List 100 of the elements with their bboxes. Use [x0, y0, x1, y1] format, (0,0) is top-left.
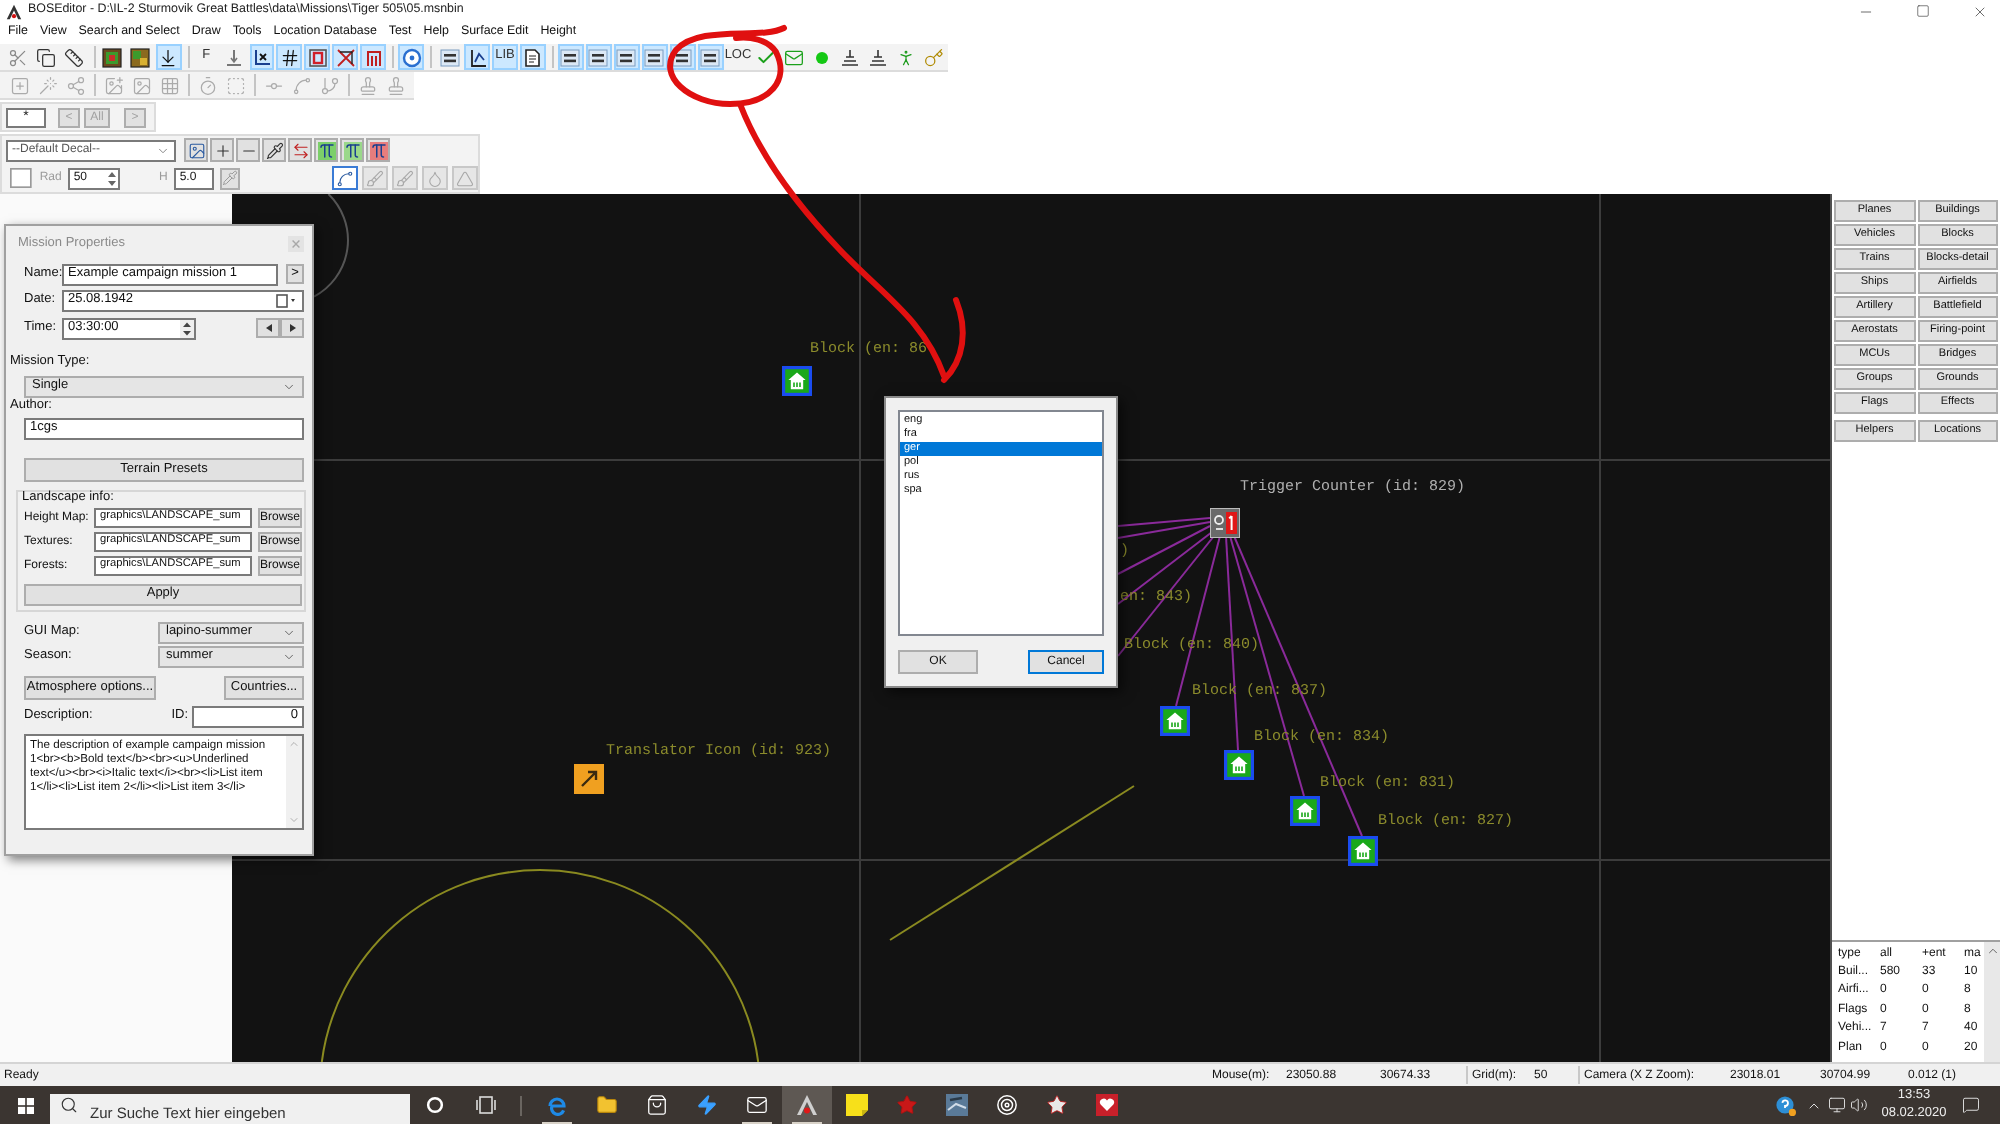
person-icon [895, 47, 916, 67]
close-icon [1972, 3, 1988, 19]
scroll-down-icon [288, 814, 300, 826]
mail-icon [783, 47, 804, 67]
app-logo-icon [6, 3, 22, 19]
brush-icon [366, 169, 384, 188]
toolbar-button[interactable] [262, 138, 286, 163]
scissors-icon [8, 47, 29, 67]
spin-arrows-icon [180, 319, 194, 337]
chart-axis-icon [467, 47, 488, 67]
arrow-tile-icon [574, 764, 604, 794]
toolbar-button[interactable] [436, 44, 463, 70]
next-button[interactable] [280, 318, 304, 338]
chevron-down-icon [156, 143, 170, 158]
toolbar-button[interactable] [366, 138, 390, 163]
text-tile-icon [700, 47, 721, 67]
scroll-up-icon [1985, 944, 1999, 958]
pi-icon [343, 141, 361, 160]
toolbar-button[interactable] [61, 44, 88, 70]
envelope-icon [746, 1094, 768, 1116]
calendar-dropdown-icon [276, 294, 298, 308]
toolbar-button[interactable] [33, 44, 60, 70]
map-tile-icon [102, 47, 123, 67]
scroll-up-icon [288, 738, 300, 750]
key-icon [923, 47, 944, 67]
heart-icon [1096, 1094, 1118, 1116]
star-icon [1046, 1094, 1068, 1116]
map-tile-icon [130, 47, 151, 67]
toolbar-button[interactable] [99, 44, 126, 70]
swap-icon [291, 141, 309, 160]
image-plus-icon [103, 75, 123, 96]
chevron-down-icon [282, 380, 296, 394]
toolbar-button[interactable] [340, 138, 364, 163]
timer-icon [197, 75, 217, 96]
stamp-icon [357, 75, 377, 96]
branch-icon [319, 75, 339, 96]
hash-icon [279, 47, 300, 67]
copy-icon [36, 47, 57, 67]
swirl-icon [546, 1094, 568, 1116]
grid-icon [159, 75, 179, 96]
task-view-icon [475, 1096, 495, 1114]
maximize-icon [1916, 4, 1930, 18]
axes-icon [251, 47, 272, 67]
check-icon [755, 47, 776, 67]
nodes-icon [65, 75, 85, 96]
range-arc [313, 194, 349, 298]
spline-icon [336, 169, 354, 188]
triangle-icon [456, 169, 474, 188]
color-swatch-icon[interactable] [10, 166, 32, 191]
toolbar-button[interactable] [314, 138, 338, 163]
help-icon [1776, 1095, 1796, 1115]
text-tile-icon [588, 47, 609, 67]
block-icon [1348, 836, 1378, 866]
counter-icon [1210, 508, 1240, 538]
frame-icon [307, 47, 328, 67]
search-icon [60, 1096, 78, 1114]
text-tile-icon [560, 47, 581, 67]
text-tile-icon [616, 47, 637, 67]
block-icon [1224, 750, 1254, 780]
picture-tile-icon [946, 1094, 968, 1116]
pipette-icon [265, 141, 283, 160]
drop-icon [426, 169, 444, 188]
ground-line-icon [224, 47, 245, 67]
image-icon [131, 75, 151, 96]
square-plus-icon [9, 75, 29, 96]
spin-arrows-icon [105, 169, 117, 188]
image-icon [187, 141, 205, 160]
block-icon [1290, 796, 1320, 826]
star-icon [896, 1094, 918, 1116]
target-icon [996, 1094, 1018, 1116]
pi-icon [369, 141, 387, 160]
arrow-down-to-line-icon [158, 47, 179, 67]
triangle-right-icon [289, 324, 295, 332]
sticky-note-icon [846, 1094, 868, 1116]
plus-icon [213, 141, 231, 160]
shopping-bag-icon [646, 1094, 668, 1116]
stack-lines-icon [839, 47, 860, 67]
windows-logo-icon [17, 1097, 33, 1113]
stamp-icon [385, 75, 405, 96]
ruler-icon [64, 47, 85, 67]
triangle-star-icon [796, 1094, 818, 1116]
pipette-icon [222, 170, 238, 187]
spline-icon [291, 75, 311, 96]
lightning-icon [696, 1094, 718, 1116]
toolbar-button[interactable] [127, 44, 154, 70]
notification-icon [1962, 1096, 1980, 1114]
text-tile-icon [644, 47, 665, 67]
monitor-icon [1828, 1096, 1846, 1114]
brush-icon [396, 169, 414, 188]
volume-icon [1850, 1096, 1868, 1114]
text-tile-icon [439, 47, 460, 67]
bars-icon [363, 47, 384, 67]
block-icon [1160, 706, 1190, 736]
cross-arrows-icon [335, 47, 356, 67]
block-icon [782, 366, 812, 396]
folder-icon [596, 1094, 618, 1116]
previous-button[interactable] [256, 318, 280, 338]
stack-lines-icon [867, 47, 888, 67]
pi-icon [317, 141, 335, 160]
circle-icon [426, 1096, 444, 1114]
